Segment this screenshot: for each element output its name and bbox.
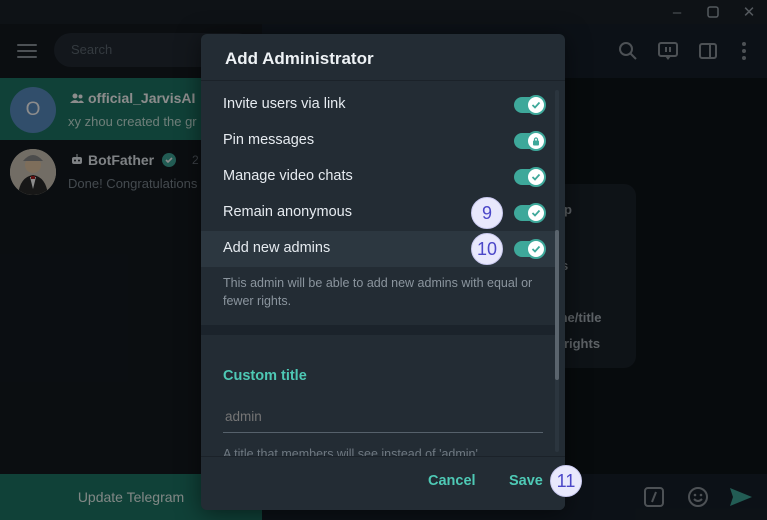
toggle-switch-locked[interactable]: [514, 131, 546, 151]
scrollbar-thumb[interactable]: [555, 230, 559, 380]
custom-title-hint: A title that members will see instead of…: [223, 447, 482, 456]
dialog-content: Invite users via link Pin messages Manag…: [201, 80, 565, 456]
check-icon: [526, 239, 546, 259]
permission-invite-users[interactable]: Invite users via link: [201, 87, 559, 123]
toggle-switch[interactable]: [514, 203, 546, 223]
check-icon: [526, 167, 546, 187]
dialog-footer: Cancel Save: [201, 456, 565, 510]
lock-icon: [526, 131, 546, 151]
toggle-switch[interactable]: [514, 239, 546, 259]
permission-description: This admin will be able to add new admin…: [223, 276, 533, 308]
permission-label: Remain anonymous: [223, 204, 352, 220]
check-icon: [526, 203, 546, 223]
step-badge: 9: [471, 197, 503, 229]
step-badge: 11: [550, 465, 582, 497]
permission-label: Pin messages: [223, 132, 315, 148]
dialog-title: Add Administrator: [225, 49, 374, 68]
toggle-switch[interactable]: [514, 95, 546, 115]
custom-title-input[interactable]: [223, 401, 543, 433]
section-divider: [201, 325, 559, 335]
add-administrator-dialog: Add Administrator Invite users via link …: [201, 34, 565, 510]
check-icon: [526, 95, 546, 115]
custom-title-heading: Custom title: [223, 368, 307, 384]
permission-manage-video-chats[interactable]: Manage video chats: [201, 159, 559, 195]
cancel-button[interactable]: Cancel: [428, 473, 476, 489]
permission-remain-anonymous[interactable]: Remain anonymous 9: [201, 195, 559, 231]
permission-pin-messages[interactable]: Pin messages: [201, 123, 559, 159]
permission-add-new-admins[interactable]: Add new admins 10: [201, 231, 559, 267]
permission-label: Invite users via link: [223, 96, 346, 112]
step-badge: 10: [471, 233, 503, 265]
permission-label: Manage video chats: [223, 168, 353, 184]
save-button[interactable]: Save: [509, 473, 543, 489]
dialog-scrollbar[interactable]: [555, 90, 559, 452]
toggle-switch[interactable]: [514, 167, 546, 187]
permission-label: Add new admins: [223, 240, 331, 256]
